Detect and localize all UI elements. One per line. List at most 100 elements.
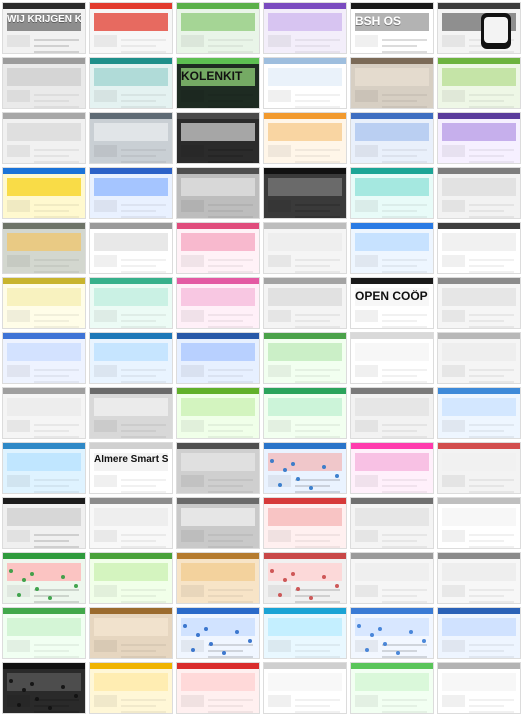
website-screenshot-tile[interactable] [2, 387, 86, 439]
website-screenshot-tile[interactable] [263, 552, 347, 604]
website-screenshot-tile[interactable] [437, 387, 521, 439]
website-screenshot-tile[interactable] [350, 607, 434, 659]
website-screenshot-tile[interactable] [263, 497, 347, 549]
website-screenshot-tile[interactable] [263, 57, 347, 109]
website-screenshot-tile[interactable] [89, 662, 173, 714]
website-screenshot-tile[interactable] [437, 332, 521, 384]
tile-hero-block [442, 233, 516, 251]
website-screenshot-tile[interactable]: OPEN COÖP [350, 277, 434, 329]
website-screenshot-tile[interactable] [263, 277, 347, 329]
tile-text-line [469, 485, 504, 487]
tile-header-bar [438, 388, 520, 394]
tile-text-line [295, 161, 340, 163]
website-screenshot-tile[interactable] [2, 662, 86, 714]
website-screenshot-tile[interactable] [89, 112, 173, 164]
website-screenshot-tile[interactable] [2, 552, 86, 604]
website-screenshot-tile[interactable] [350, 57, 434, 109]
website-screenshot-tile[interactable] [437, 57, 521, 109]
website-screenshot-tile[interactable] [350, 112, 434, 164]
tile-text-line [208, 326, 253, 328]
website-screenshot-tile[interactable] [176, 332, 260, 384]
website-screenshot-tile[interactable] [437, 167, 521, 219]
website-screenshot-tile[interactable]: KOLENKIT [176, 57, 260, 109]
tile-hero-block [181, 13, 255, 31]
map-pin-icon [370, 633, 374, 637]
website-screenshot-tile[interactable] [2, 332, 86, 384]
map-pin-icon [222, 651, 226, 655]
website-screenshot-tile[interactable] [263, 2, 347, 54]
website-screenshot-tile[interactable] [437, 2, 521, 54]
website-screenshot-tile[interactable] [176, 387, 260, 439]
website-screenshot-tile[interactable] [176, 112, 260, 164]
website-screenshot-tile[interactable] [263, 387, 347, 439]
website-screenshot-tile[interactable] [2, 112, 86, 164]
website-screenshot-tile[interactable] [89, 552, 173, 604]
website-screenshot-tile[interactable] [89, 2, 173, 54]
website-screenshot-tile[interactable] [437, 222, 521, 274]
website-screenshot-tile[interactable]: WIJ KRIJGEN KIPPEN [2, 2, 86, 54]
website-screenshot-tile[interactable] [2, 607, 86, 659]
tile-text-line [295, 656, 340, 658]
website-screenshot-tile[interactable] [437, 662, 521, 714]
website-screenshot-tile[interactable] [2, 277, 86, 329]
website-screenshot-tile[interactable] [437, 112, 521, 164]
website-screenshot-tile[interactable] [350, 167, 434, 219]
website-screenshot-tile[interactable] [263, 222, 347, 274]
tile-hero-block [7, 453, 81, 471]
website-screenshot-tile[interactable] [176, 277, 260, 329]
website-screenshot-tile[interactable] [350, 222, 434, 274]
website-screenshot-tile[interactable] [437, 277, 521, 329]
website-screenshot-tile[interactable] [176, 167, 260, 219]
website-screenshot-tile[interactable] [89, 167, 173, 219]
website-screenshot-tile[interactable] [2, 57, 86, 109]
website-screenshot-tile[interactable] [2, 497, 86, 549]
tile-header-bar [177, 3, 259, 9]
tile-text-line [382, 106, 427, 108]
website-screenshot-tile[interactable] [89, 277, 173, 329]
website-screenshot-tile[interactable] [176, 442, 260, 494]
website-screenshot-tile[interactable] [350, 442, 434, 494]
website-screenshot-tile[interactable] [2, 442, 86, 494]
website-screenshot-tile[interactable] [89, 57, 173, 109]
website-screenshot-tile[interactable] [176, 662, 260, 714]
website-screenshot-tile[interactable] [437, 552, 521, 604]
website-screenshot-tile[interactable] [263, 167, 347, 219]
tile-text-line [208, 100, 243, 102]
website-screenshot-tile[interactable] [263, 607, 347, 659]
website-screenshot-tile[interactable] [437, 497, 521, 549]
tile-text-line [34, 601, 79, 603]
website-screenshot-tile[interactable] [350, 662, 434, 714]
website-screenshot-tile[interactable] [89, 497, 173, 549]
website-screenshot-tile[interactable] [437, 442, 521, 494]
website-screenshot-tile[interactable] [350, 387, 434, 439]
website-screenshot-tile[interactable]: Almere Smart Society [89, 442, 173, 494]
tile-text-line [121, 326, 166, 328]
website-screenshot-tile[interactable] [2, 167, 86, 219]
website-screenshot-tile[interactable] [2, 222, 86, 274]
website-screenshot-tile[interactable] [176, 497, 260, 549]
website-screenshot-tile[interactable] [176, 607, 260, 659]
website-screenshot-tile[interactable] [350, 332, 434, 384]
website-screenshot-tile[interactable] [176, 552, 260, 604]
website-screenshot-tile[interactable] [89, 607, 173, 659]
tile-text-line [34, 656, 79, 658]
website-screenshot-tile[interactable] [89, 222, 173, 274]
website-screenshot-tile[interactable] [263, 662, 347, 714]
website-screenshot-tile[interactable] [437, 607, 521, 659]
tile-header-bar [177, 663, 259, 669]
website-screenshot-tile[interactable] [263, 112, 347, 164]
website-screenshot-tile[interactable] [350, 497, 434, 549]
website-screenshot-tile[interactable] [89, 332, 173, 384]
tile-hero-block [442, 123, 516, 141]
website-screenshot-tile[interactable] [176, 2, 260, 54]
tile-text-line [295, 534, 340, 536]
website-screenshot-tile[interactable] [176, 222, 260, 274]
website-screenshot-tile[interactable] [263, 442, 347, 494]
website-screenshot-tile[interactable] [263, 332, 347, 384]
website-screenshot-tile[interactable] [89, 387, 173, 439]
tile-side-column [268, 420, 291, 432]
tile-header-bar [90, 168, 172, 174]
website-screenshot-tile[interactable]: BSH OS [350, 2, 434, 54]
tile-side-column [94, 90, 117, 102]
website-screenshot-tile[interactable] [350, 552, 434, 604]
